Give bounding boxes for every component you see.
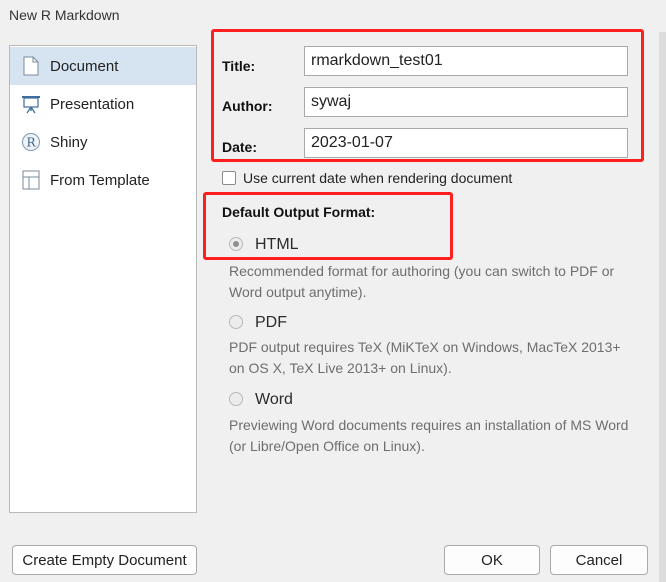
sidebar-item-label: Shiny (50, 133, 88, 151)
create-empty-document-button[interactable]: Create Empty Document (12, 545, 197, 575)
word-radio[interactable] (229, 392, 243, 406)
highlight-box-output-format (203, 192, 453, 260)
word-radio-label[interactable]: Word (255, 391, 293, 409)
sidebar-item-presentation[interactable]: Presentation (10, 85, 196, 123)
sidebar-item-label: Document (50, 57, 119, 75)
document-icon (20, 55, 42, 77)
document-type-list: Document Presentation R Shiny From Templ… (9, 45, 197, 513)
pdf-radio-label[interactable]: PDF (255, 314, 287, 332)
window-titlebar: New R Markdown (0, 0, 666, 32)
ok-button[interactable]: OK (444, 545, 540, 575)
word-description: Previewing Word documents requires an in… (229, 417, 629, 454)
shiny-r-icon: R (20, 131, 42, 153)
window-title: New R Markdown (9, 7, 120, 23)
pdf-radio[interactable] (229, 315, 243, 329)
sidebar-item-from-template[interactable]: From Template (10, 161, 196, 199)
cancel-button[interactable]: Cancel (550, 545, 648, 575)
use-current-date-checkbox[interactable] (222, 171, 236, 185)
presentation-icon (20, 93, 42, 115)
pdf-description: PDF output requires TeX (MiKTeX on Windo… (229, 339, 621, 376)
sidebar-item-document[interactable]: Document (10, 47, 196, 85)
svg-text:R: R (26, 136, 36, 150)
window-edge (659, 32, 666, 582)
sidebar-item-label: Presentation (50, 95, 135, 113)
template-icon (20, 169, 42, 191)
html-description: Recommended format for authoring (you ca… (229, 263, 615, 300)
sidebar-item-label: From Template (50, 171, 150, 189)
use-current-date-label[interactable]: Use current date when rendering document (243, 170, 512, 186)
sidebar-item-shiny[interactable]: R Shiny (10, 123, 196, 161)
highlight-box-metadata (211, 29, 644, 162)
